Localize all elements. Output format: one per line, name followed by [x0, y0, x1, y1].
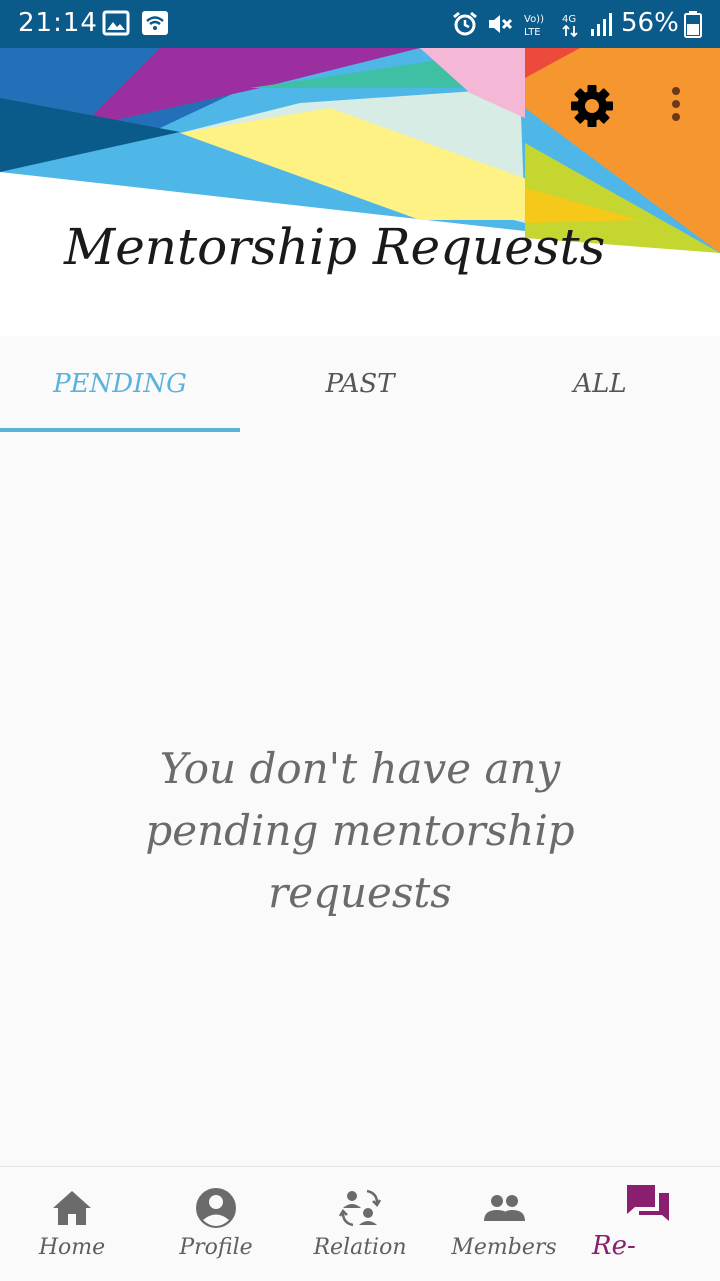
- nav-home-label: Home: [38, 1235, 106, 1260]
- nav-profile[interactable]: Profile: [144, 1167, 288, 1281]
- bottom-navigation: Home Profile Relation Members Re-: [0, 1166, 720, 1281]
- nav-members-label: Members: [451, 1235, 557, 1260]
- app-header: Mentorship Requests: [0, 48, 720, 336]
- status-time: 21:14: [18, 8, 98, 38]
- tab-past[interactable]: PAST: [240, 336, 480, 432]
- people-icon: [484, 1195, 525, 1221]
- signal-icon: [591, 13, 612, 36]
- more-vert-icon[interactable]: [660, 80, 692, 132]
- alarm-icon: [453, 11, 477, 36]
- battery-icon: [684, 11, 702, 38]
- tab-pending[interactable]: PENDING: [0, 336, 240, 432]
- image-icon: [102, 10, 130, 36]
- home-icon: [53, 1191, 91, 1225]
- nav-relation-label: Relation: [313, 1235, 407, 1260]
- svg-text:4G: 4G: [562, 14, 576, 25]
- account-circle-icon: [196, 1188, 236, 1228]
- volte-icon: Vo)) LTE: [524, 14, 544, 38]
- nav-home[interactable]: Home: [0, 1167, 144, 1281]
- empty-state-message: You don't have any pending mentorship re…: [145, 744, 575, 917]
- tab-all[interactable]: ALL: [480, 336, 720, 432]
- nav-requests[interactable]: Re-: [576, 1167, 720, 1281]
- forum-icon: [627, 1185, 669, 1221]
- tab-bar: PENDING PAST ALL: [0, 336, 720, 432]
- svg-text:LTE: LTE: [524, 27, 541, 38]
- 4g-icon: 4G: [562, 14, 578, 38]
- wifi-icon: [142, 11, 168, 35]
- nav-members[interactable]: Members: [432, 1167, 576, 1281]
- status-bar: 21:14 Vo)) LTE 4G 56%: [0, 0, 720, 48]
- mute-icon: [489, 15, 513, 33]
- page-title: Mentorship Requests: [64, 218, 606, 276]
- nav-relation[interactable]: Relation: [288, 1167, 432, 1281]
- battery-percent: 56%: [621, 8, 679, 38]
- nav-profile-label: Profile: [179, 1235, 253, 1260]
- settings-icon[interactable]: [566, 80, 618, 132]
- tab-indicator: [0, 428, 240, 432]
- relation-icon: [338, 1189, 382, 1227]
- nav-requests-label: Re-: [592, 1231, 636, 1261]
- svg-text:Vo)): Vo)): [524, 14, 544, 25]
